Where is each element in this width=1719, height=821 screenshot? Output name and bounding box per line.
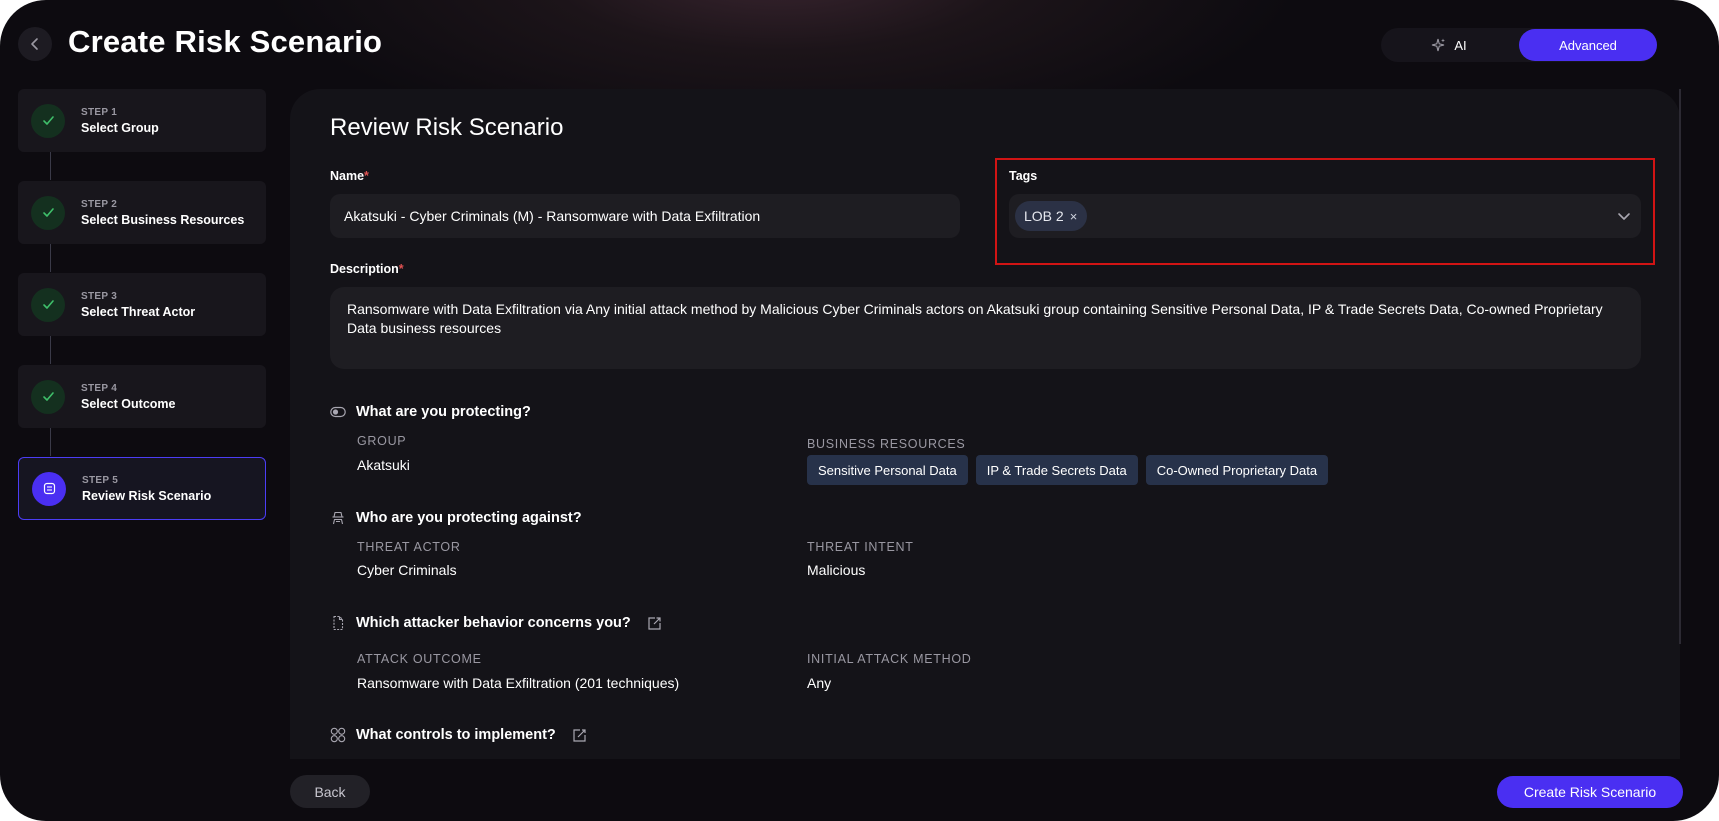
step-status-icon (31, 287, 65, 322)
step-number: STEP 3 (81, 290, 118, 302)
page-title: Create Risk Scenario (68, 24, 383, 59)
step-number: STEP 1 (81, 106, 118, 118)
step-connector (50, 244, 51, 272)
external-edit-icon[interactable] (647, 616, 662, 631)
against-heading: Who are you protecting against? (330, 510, 582, 526)
hacker-icon (332, 511, 344, 525)
tag-chip: LOB 2 × (1015, 201, 1088, 231)
back-button[interactable]: Back (290, 775, 370, 808)
step-select-outcome[interactable]: STEP 4 Select Outcome (18, 365, 266, 428)
initial-attack-method-value: Any (807, 675, 832, 691)
step-select-threat-actor[interactable]: STEP 3 Select Threat Actor (18, 273, 266, 336)
description-textarea[interactable]: Ransomware with Data Exfiltration via An… (330, 287, 1641, 369)
threat-intent-label: THREAT INTENT (807, 540, 914, 554)
controls-heading: What controls to implement? (330, 727, 587, 743)
resource-chip: Sensitive Personal Data (807, 455, 968, 485)
name-label: Name* (330, 169, 369, 183)
behavior-question: Which attacker behavior concerns you? (356, 615, 631, 631)
resource-chip: IP & Trade Secrets Data (975, 455, 1138, 485)
tags-input[interactable]: LOB 2 × (1009, 194, 1641, 238)
step-status-icon (32, 471, 66, 506)
check-icon (42, 208, 54, 217)
tags-label: Tags (1009, 169, 1038, 183)
business-resources-label: BUSINESS RESOURCES (807, 437, 966, 451)
document-icon (333, 615, 344, 631)
app-window: Create Risk Scenario AI Advanced STEP 1 … (0, 0, 1719, 821)
section-title: Review Risk Scenario (330, 114, 564, 141)
mode-ai-label: AI (1454, 37, 1467, 53)
business-resources-list: Sensitive Personal Data IP & Trade Secre… (807, 455, 1329, 485)
step-status-icon (31, 195, 65, 230)
sparkle-icon (1432, 38, 1446, 52)
step-review-risk-scenario[interactable]: STEP 5 Review Risk Scenario (18, 457, 266, 520)
description-label: Description* (330, 262, 404, 276)
external-edit-icon[interactable] (572, 728, 587, 743)
against-question: Who are you protecting against? (356, 510, 582, 526)
threat-actor-label: THREAT ACTOR (357, 540, 461, 554)
attack-outcome-value: Ransomware with Data Exfiltration (201 t… (357, 675, 680, 691)
mode-ai-button[interactable]: AI (1381, 28, 1516, 62)
step-name: Select Business Resources (81, 212, 245, 227)
protecting-question: What are you protecting? (356, 404, 531, 420)
chevron-down-icon[interactable] (1617, 209, 1631, 223)
resource-chip: Co-Owned Proprietary Data (1145, 455, 1329, 485)
review-icon (43, 482, 55, 495)
tag-chip-label: LOB 2 (1024, 208, 1064, 224)
name-input[interactable]: Akatsuki - Cyber Criminals (M) - Ransomw… (330, 194, 960, 238)
step-number: STEP 2 (81, 198, 118, 210)
header-back-button[interactable] (18, 27, 52, 61)
controls-question: What controls to implement? (356, 727, 556, 743)
initial-attack-method-label: INITIAL ATTACK METHOD (807, 652, 972, 666)
check-icon (42, 392, 54, 401)
mode-toggle: AI Advanced (1381, 28, 1657, 62)
step-connector (50, 428, 51, 456)
step-connector (50, 336, 51, 364)
step-name: Review Risk Scenario (82, 488, 212, 503)
chevron-left-icon (31, 38, 38, 50)
threat-intent-value: Malicious (807, 562, 866, 578)
step-number: STEP 4 (81, 382, 118, 394)
group-label: GROUP (357, 434, 407, 448)
tag-remove-icon[interactable]: × (1070, 209, 1078, 224)
behavior-heading: Which attacker behavior concerns you? (330, 615, 662, 631)
step-select-business-resources[interactable]: STEP 2 Select Business Resources (18, 181, 266, 244)
step-status-icon (31, 103, 65, 138)
check-icon (42, 116, 54, 125)
toggle-icon (330, 406, 346, 418)
create-risk-scenario-button[interactable]: Create Risk Scenario (1497, 776, 1683, 808)
step-connector (50, 152, 51, 180)
step-status-icon (31, 379, 65, 414)
step-name: Select Group (81, 120, 159, 135)
check-icon (42, 300, 54, 309)
step-name: Select Outcome (81, 396, 176, 411)
group-value: Akatsuki (357, 457, 410, 473)
scrollbar[interactable] (1679, 89, 1681, 644)
step-name: Select Threat Actor (81, 304, 196, 319)
step-number: STEP 5 (82, 474, 119, 486)
threat-actor-value: Cyber Criminals (357, 562, 457, 578)
grid-icon (330, 727, 346, 743)
protecting-heading: What are you protecting? (330, 404, 531, 420)
step-select-group[interactable]: STEP 1 Select Group (18, 89, 266, 152)
attack-outcome-label: ATTACK OUTCOME (357, 652, 482, 666)
mode-advanced-button[interactable]: Advanced (1519, 29, 1657, 61)
